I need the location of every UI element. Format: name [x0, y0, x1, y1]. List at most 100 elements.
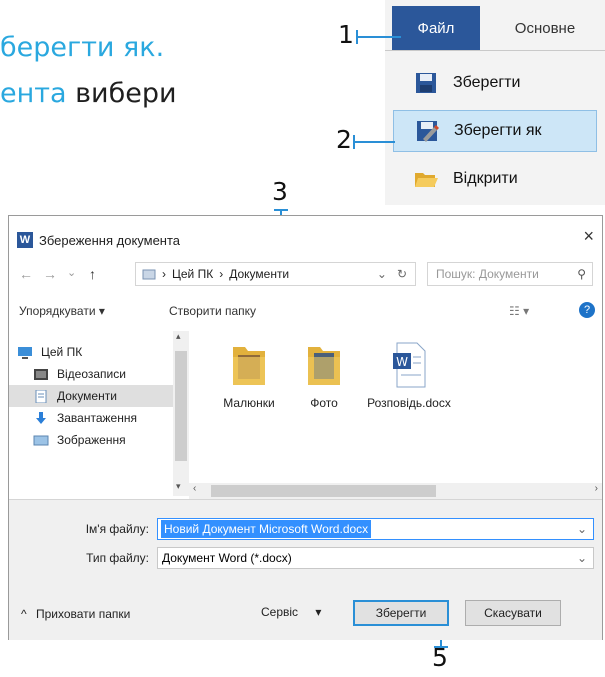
help-icon[interactable]: ?	[579, 302, 595, 318]
highlight-save-as: берегти як.	[0, 32, 165, 63]
cancel-button[interactable]: Скасувати	[465, 600, 561, 626]
highlight-document: ента	[0, 78, 67, 109]
filename-label: Ім'я файлу:	[85, 522, 149, 536]
file-item-label: Розповідь.docx	[367, 396, 451, 410]
tools-dropdown-icon: ▾	[315, 605, 322, 619]
folder-open-icon	[415, 173, 438, 187]
callout-line-1	[356, 36, 401, 38]
tab-home[interactable]: Основне	[495, 6, 595, 50]
scroll-left-icon[interactable]: ‹	[193, 483, 196, 494]
word-doc-icon: W	[393, 342, 426, 388]
search-icon: ⚲	[577, 267, 586, 281]
callout-tick-3	[274, 209, 288, 211]
callout-number-3: 3	[272, 177, 288, 206]
address-bar[interactable]: › Цей ПК › Документи ⌄ ↻	[135, 262, 416, 286]
floppy-disk-icon	[416, 73, 436, 93]
chevron-up-icon: ^	[21, 607, 27, 621]
organize-button[interactable]: Упорядкувати ▾	[19, 304, 105, 318]
file-list-hscroll-thumb[interactable]	[211, 485, 436, 497]
word-icon: W	[17, 232, 33, 248]
dialog-footer: Ім'я файлу: Новий Документ Microsoft Wor…	[9, 499, 602, 640]
sidebar-item-videos[interactable]: Відеозаписи	[33, 363, 126, 385]
documents-icon	[35, 389, 47, 403]
address-path-documents[interactable]: Документи	[229, 267, 289, 281]
forward-arrow-icon[interactable]: →	[43, 266, 57, 282]
address-dropdown-icon[interactable]: ⌄	[377, 267, 387, 281]
menu-item-save-as[interactable]: Зберегти як	[393, 110, 597, 152]
save-dialog: W Збереження документа × ← → ⌄ ↑ › Цей П…	[8, 215, 603, 640]
tools-label: Сервіс	[261, 605, 299, 619]
search-input[interactable]: Пошук: Документи	[436, 267, 539, 281]
video-icon	[34, 368, 48, 380]
recent-dropdown-icon[interactable]: ⌄	[67, 266, 76, 279]
sidebar-item-label: Цей ПК	[41, 345, 83, 359]
file-list-hscrollbar[interactable]: ‹ ›	[189, 483, 602, 499]
view-options-icon[interactable]: ☷ ▾	[509, 304, 529, 318]
folder-small-icon	[142, 269, 156, 280]
download-icon	[36, 411, 46, 424]
back-arrow-icon[interactable]: ←	[19, 266, 33, 282]
scroll-up-icon[interactable]: ▴	[176, 331, 181, 342]
callout-number-1: 1	[338, 20, 354, 49]
scroll-down-icon[interactable]: ▾	[176, 481, 181, 492]
filename-field[interactable]: Новий Документ Microsoft Word.docx ⌄	[157, 518, 594, 540]
file-item-story-docx[interactable]: W Розповідь.docx	[354, 341, 464, 410]
scroll-right-icon[interactable]: ›	[595, 483, 598, 494]
filename-input[interactable]: Новий Документ Microsoft Word.docx	[161, 520, 372, 538]
new-folder-button[interactable]: Створити папку	[169, 304, 256, 318]
sidebar-scroll-thumb[interactable]	[175, 351, 187, 461]
callout-number-5: 5	[432, 643, 448, 672]
pc-icon	[18, 346, 32, 359]
tab-file[interactable]: Файл	[392, 6, 480, 50]
dialog-title-bar: W Збереження документа	[17, 232, 180, 248]
sidebar-scrollbar[interactable]: ▴ ▾	[173, 331, 189, 496]
filename-dropdown-icon[interactable]: ⌄	[577, 522, 587, 536]
menu-item-save-label: Зберегти	[453, 74, 521, 91]
up-arrow-icon[interactable]: ↑	[89, 266, 96, 282]
sidebar-item-label: Зображення	[57, 433, 126, 447]
menu-item-save[interactable]: Зберегти	[393, 62, 597, 104]
menu-item-save-as-label: Зберегти як	[454, 122, 542, 139]
address-path-this-pc[interactable]: Цей ПК	[172, 267, 213, 281]
filetype-select[interactable]: Документ Word (*.docx) ⌄	[157, 547, 594, 569]
sidebar-item-pictures[interactable]: Зображення	[33, 429, 126, 451]
instruction-line-2: ента вибери	[0, 78, 177, 109]
filetype-dropdown-icon[interactable]: ⌄	[577, 551, 587, 565]
refresh-icon[interactable]: ↻	[397, 267, 407, 281]
callout-tick-2	[353, 135, 355, 149]
address-sep-0: ›	[162, 267, 166, 281]
navigation-pane: Цей ПК Відеозаписи Документи Завантаженн…	[9, 331, 189, 496]
filetype-label: Тип файлу:	[86, 551, 149, 565]
callout-tick-1	[356, 30, 358, 44]
sidebar-item-label: Документи	[57, 389, 117, 403]
dialog-title: Збереження документа	[39, 232, 181, 248]
save-as-icon	[417, 121, 439, 142]
hide-folders-toggle[interactable]: ^ Приховати папки	[21, 607, 130, 621]
tools-dropdown[interactable]: Сервіс ▾	[261, 605, 321, 619]
folder-icon	[308, 347, 340, 385]
instruction-text: вибери	[66, 78, 177, 109]
file-list: Малюнки Фото W Розповідь.docx	[194, 331, 599, 476]
hide-folders-label: Приховати папки	[35, 607, 131, 621]
svg-text:W: W	[396, 355, 408, 369]
sidebar-item-this-pc[interactable]: Цей ПК	[17, 341, 82, 363]
ribbon-tabs: Файл Основне	[385, 0, 605, 51]
close-button[interactable]: ×	[583, 226, 594, 247]
instruction-line-1: берегти як.	[0, 32, 164, 63]
address-sep-1: ›	[219, 267, 224, 281]
sidebar-item-label: Завантаження	[57, 411, 137, 425]
file-menu-panel: Файл Основне Зберегти Зберегти як Відкри…	[385, 0, 605, 205]
menu-item-open[interactable]: Відкрити	[393, 158, 597, 200]
sidebar-item-downloads[interactable]: Завантаження	[33, 407, 137, 429]
command-bar: Упорядкувати ▾ Створити папку ☷ ▾ ?	[9, 296, 602, 326]
filetype-value: Документ Word (*.docx)	[162, 551, 292, 565]
sidebar-item-label: Відеозаписи	[57, 367, 126, 381]
sidebar-item-documents[interactable]: Документи	[9, 385, 173, 407]
callout-line-2	[353, 141, 395, 143]
navigation-bar: ← → ⌄ ↑ › Цей ПК › Документи ⌄ ↻ Пошук: …	[9, 258, 602, 290]
folder-icon	[233, 347, 265, 385]
search-box[interactable]: Пошук: Документи ⚲	[427, 262, 593, 286]
callout-number-2: 2	[336, 125, 352, 154]
save-button[interactable]: Зберегти	[353, 600, 449, 626]
pictures-icon	[33, 435, 49, 445]
